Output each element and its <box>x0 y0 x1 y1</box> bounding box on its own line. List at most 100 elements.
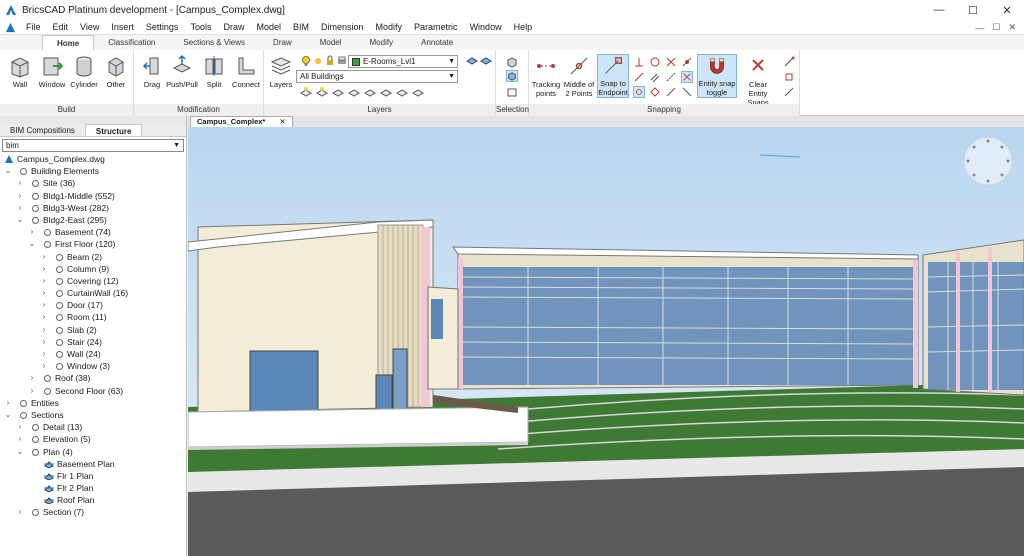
expanded-chevron-icon[interactable]: ⌄ <box>4 165 12 177</box>
model-viewport[interactable] <box>188 127 1024 556</box>
tree-item[interactable]: ⌄ First Floor (120) <box>0 238 186 250</box>
layer-state-icon[interactable] <box>380 86 392 98</box>
tree-item[interactable]: › Wall (24) <box>0 348 186 360</box>
tab-modify[interactable]: Modify <box>356 35 408 50</box>
tree-item[interactable]: Flr 1 Plan <box>0 470 186 482</box>
tree-item[interactable]: › CurtainWall (16) <box>0 287 186 299</box>
tab-model[interactable]: Model <box>306 35 356 50</box>
snap-intersection-icon[interactable] <box>665 56 677 68</box>
tree-item[interactable]: › Section (7) <box>0 506 186 518</box>
snap-node-icon[interactable] <box>633 86 645 98</box>
menu-model[interactable]: Model <box>250 22 287 32</box>
tree-item[interactable]: ⌄ Bldg2-East (295) <box>0 214 186 226</box>
tree-item[interactable]: › Covering (12) <box>0 275 186 287</box>
tree-item[interactable]: › Basement (74) <box>0 226 186 238</box>
snap-apparent-icon[interactable] <box>681 86 693 98</box>
collapsed-chevron-icon[interactable]: › <box>40 336 48 348</box>
other-button[interactable]: Other <box>100 54 132 89</box>
tree-item[interactable]: › Second Floor (63) <box>0 385 186 397</box>
tree-item[interactable]: › Entities <box>0 397 186 409</box>
lightbulb-icon[interactable] <box>300 55 312 67</box>
snap-polar-icon[interactable] <box>783 86 795 98</box>
cylinder-button[interactable]: Cylinder <box>68 54 100 89</box>
panel-grip[interactable] <box>0 116 186 124</box>
select-box-icon[interactable] <box>506 70 518 82</box>
layer-state-icon[interactable] <box>412 86 424 98</box>
layer-state-icon[interactable] <box>396 86 408 98</box>
snap-to-endpoint-button[interactable]: Snap to Endpoint <box>597 54 629 98</box>
menu-help[interactable]: Help <box>508 22 539 32</box>
layer-combo[interactable]: E-Rooms_Lvl1 ▼ <box>348 55 458 68</box>
split-button[interactable]: Split <box>198 54 230 89</box>
collapsed-chevron-icon[interactable]: › <box>40 275 48 287</box>
doc-close-button[interactable]: ✕ <box>1004 22 1020 33</box>
tree-item[interactable]: › Site (36) <box>0 177 186 189</box>
snap-insertion-icon[interactable] <box>665 86 677 98</box>
tree-item[interactable]: Basement Plan <box>0 458 186 470</box>
drag-button[interactable]: Drag <box>136 54 168 89</box>
collapsed-chevron-icon[interactable]: › <box>40 324 48 336</box>
window-tool-button[interactable]: Window <box>36 54 68 89</box>
collapsed-chevron-icon[interactable]: › <box>40 311 48 323</box>
snap-square-icon[interactable] <box>783 71 795 83</box>
collapsed-chevron-icon[interactable]: › <box>40 263 48 275</box>
close-icon[interactable]: ✕ <box>279 117 285 127</box>
menu-dimension[interactable]: Dimension <box>315 22 370 32</box>
tracking-points-button[interactable]: Tracking points <box>531 54 561 98</box>
menu-parametric[interactable]: Parametric <box>408 22 464 32</box>
layer-state-icon[interactable] <box>364 86 376 98</box>
menu-view[interactable]: View <box>74 22 105 32</box>
building-filter-combo[interactable]: All Buildings ▼ <box>296 70 458 83</box>
minimize-button[interactable]: — <box>922 0 956 20</box>
snap-parallel-icon[interactable] <box>649 71 661 83</box>
collapsed-chevron-icon[interactable]: › <box>40 299 48 311</box>
menu-settings[interactable]: Settings <box>140 22 185 32</box>
tab-draw[interactable]: Draw <box>259 35 306 50</box>
tree-item[interactable]: Flr 2 Plan <box>0 482 186 494</box>
tree-item[interactable]: › Detail (13) <box>0 421 186 433</box>
collapsed-chevron-icon[interactable]: › <box>16 433 24 445</box>
snap-settings-icon[interactable] <box>783 56 795 68</box>
layer-tool-icon[interactable] <box>480 55 492 67</box>
select-face-icon[interactable] <box>506 86 518 98</box>
layer-state-icon[interactable] <box>348 86 360 98</box>
menu-draw[interactable]: Draw <box>217 22 250 32</box>
snap-quadrant-icon[interactable] <box>649 86 661 98</box>
doc-minimize-button[interactable]: — <box>971 23 988 33</box>
sun-icon[interactable] <box>312 55 324 67</box>
collapsed-chevron-icon[interactable]: › <box>16 421 24 433</box>
printer-icon[interactable] <box>336 55 348 67</box>
collapsed-chevron-icon[interactable]: › <box>4 397 12 409</box>
collapsed-chevron-icon[interactable]: › <box>16 190 24 202</box>
maximize-button[interactable]: ☐ <box>956 0 990 20</box>
snap-perpendicular-icon[interactable] <box>633 56 645 68</box>
snap-nearest-icon[interactable] <box>681 56 693 68</box>
layer-state-icon[interactable] <box>300 86 312 98</box>
collapsed-chevron-icon[interactable]: › <box>16 506 24 518</box>
menu-edit[interactable]: Edit <box>47 22 75 32</box>
expanded-chevron-icon[interactable]: ⌄ <box>16 214 24 226</box>
expanded-chevron-icon[interactable]: ⌄ <box>28 238 36 250</box>
collapsed-chevron-icon[interactable]: › <box>28 226 36 238</box>
tree-item[interactable]: › Bldg3-West (282) <box>0 202 186 214</box>
tree-item[interactable]: › Column (9) <box>0 263 186 275</box>
close-window-button[interactable]: ✕ <box>990 0 1024 20</box>
collapsed-chevron-icon[interactable]: › <box>40 287 48 299</box>
tab-structure[interactable]: Structure <box>84 124 143 136</box>
tree-item[interactable]: ⌄ Building Elements <box>0 165 186 177</box>
tab-bim-compositions[interactable]: BIM Compositions <box>0 124 85 136</box>
collapsed-chevron-icon[interactable]: › <box>40 360 48 372</box>
collapsed-chevron-icon[interactable]: › <box>28 385 36 397</box>
menu-insert[interactable]: Insert <box>105 22 140 32</box>
collapsed-chevron-icon[interactable]: › <box>40 251 48 263</box>
tree-item[interactable]: › Window (3) <box>0 360 186 372</box>
entity-snap-toggle-button[interactable]: Entity snap toggle <box>697 54 737 98</box>
collapsed-chevron-icon[interactable]: › <box>16 177 24 189</box>
snap-extension-icon[interactable] <box>665 71 677 83</box>
app-menu-icon[interactable] <box>5 22 16 33</box>
tree-item[interactable]: › Roof (38) <box>0 372 186 384</box>
tree-item[interactable]: Roof Plan <box>0 494 186 506</box>
push-pull-button[interactable]: Push/Pull <box>166 54 198 89</box>
tree-item[interactable]: ⌄ Plan (4) <box>0 446 186 458</box>
navigation-compass-icon[interactable] <box>963 136 1013 186</box>
